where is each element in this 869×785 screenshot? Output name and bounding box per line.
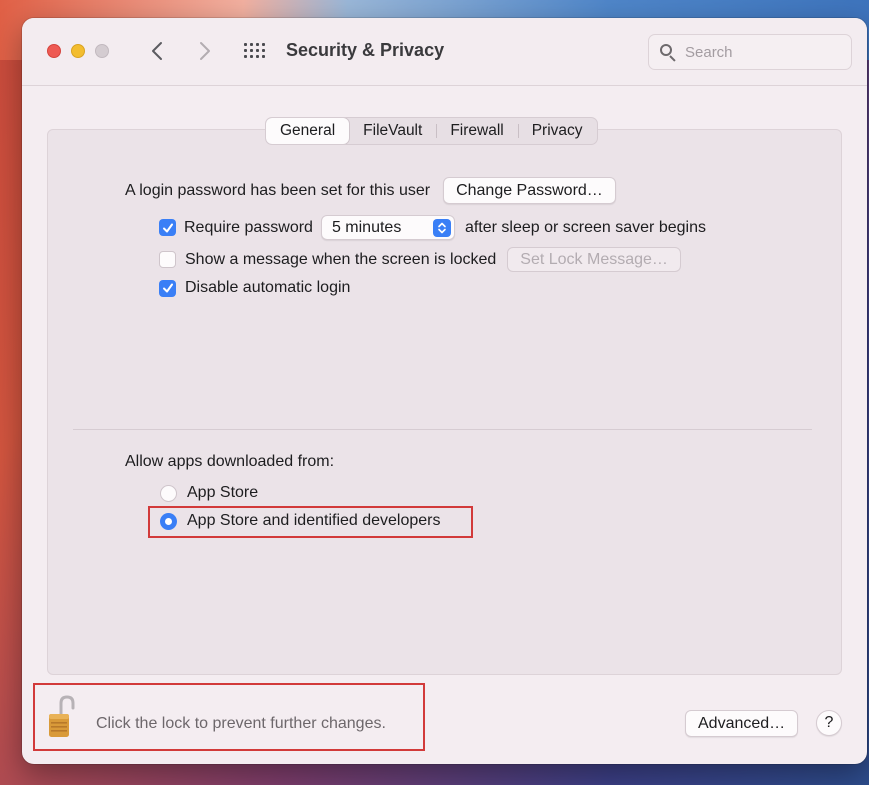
chevron-left-icon (152, 42, 162, 60)
preferences-window: Security & Privacy General FileVault Fir… (22, 18, 867, 764)
minimize-button[interactable] (71, 44, 85, 58)
require-password-label: Require password (184, 218, 313, 236)
show-message-row: Show a message when the screen is locked… (159, 247, 681, 272)
tab-general[interactable]: General (266, 118, 350, 144)
general-panel (47, 129, 842, 675)
require-password-checkbox[interactable] (159, 219, 176, 236)
section-divider (73, 429, 812, 430)
change-password-button[interactable]: Change Password… (443, 177, 616, 204)
show-message-label: Show a message when the screen is locked (185, 250, 497, 268)
tab-firewall[interactable]: Firewall (436, 118, 517, 144)
chevron-right-icon (200, 42, 210, 60)
radio-app-store[interactable] (160, 484, 177, 502)
checkmark-icon (162, 223, 173, 232)
disable-auto-login-label: Disable automatic login (185, 279, 351, 296)
zoom-button[interactable] (95, 44, 109, 58)
set-lock-message-button[interactable]: Set Lock Message… (507, 247, 681, 272)
password-delay-popup[interactable]: 5 minutes (320, 215, 455, 240)
search-input[interactable] (685, 43, 835, 61)
help-button[interactable]: ? (816, 710, 842, 736)
password-delay-value: 5 minutes (331, 218, 402, 236)
popup-stepper-icon (432, 218, 451, 237)
allow-apps-heading: Allow apps downloaded from: (125, 453, 335, 470)
radio-app-store-label: App Store (187, 484, 259, 501)
show-all-grid-icon[interactable] (244, 43, 266, 59)
forward-button[interactable] (192, 36, 218, 66)
require-password-row: Require password 5 minutes after sleep o… (159, 215, 706, 240)
disable-auto-login-row: Disable automatic login (159, 279, 350, 297)
require-password-suffix: after sleep or screen saver begins (464, 218, 706, 236)
disable-auto-login-checkbox[interactable] (159, 279, 176, 297)
close-button[interactable] (47, 44, 61, 58)
title-bar: Security & Privacy (22, 18, 867, 86)
checkmark-icon (162, 283, 173, 293)
radio-app-store-row[interactable]: App Store (160, 484, 258, 502)
highlight-box-identified-developers (148, 506, 473, 538)
login-password-text: A login password has been set for this u… (125, 181, 431, 199)
tab-privacy[interactable]: Privacy (517, 118, 597, 144)
advanced-button[interactable]: Advanced… (685, 710, 799, 737)
search-field[interactable] (648, 34, 852, 70)
search-icon (659, 43, 677, 62)
tab-filevault[interactable]: FileVault (349, 118, 436, 144)
login-password-row: A login password has been set for this u… (125, 177, 616, 204)
tab-bar: General FileVault Firewall Privacy (265, 117, 598, 145)
back-button[interactable] (144, 36, 170, 66)
show-message-checkbox[interactable] (159, 251, 176, 268)
highlight-box-lock (33, 683, 425, 751)
window-title: Security & Privacy (286, 40, 445, 60)
